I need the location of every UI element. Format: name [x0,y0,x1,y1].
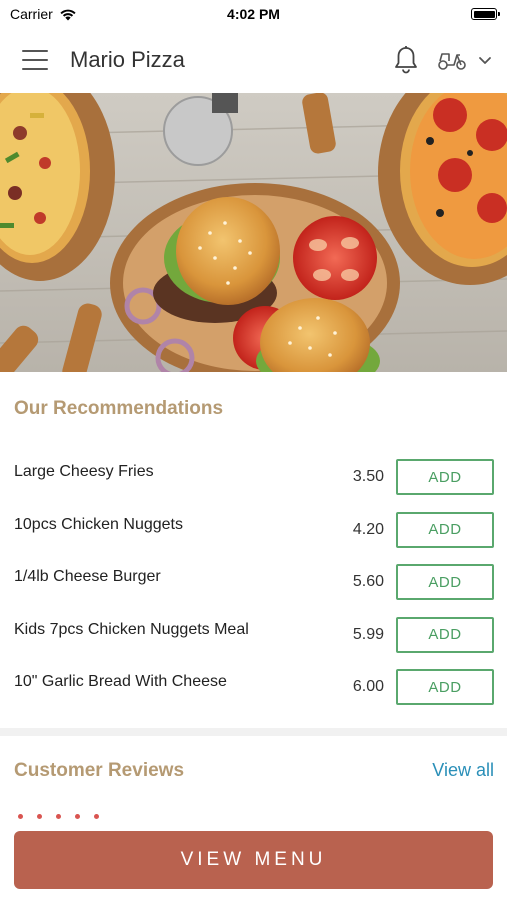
item-name: 10" Garlic Bread With Cheese [14,673,227,690]
notifications-button[interactable] [393,45,419,75]
star-icon [94,814,99,819]
item-name: Large Cheesy Fries [14,463,154,480]
delivery-mode-selector[interactable] [437,49,493,71]
item-price: 6.00 [352,678,384,695]
list-item: Large Cheesy Fries 3.50 ADD [0,459,507,512]
status-left: Carrier [10,6,77,22]
reviews-title: Customer Reviews [14,760,185,781]
wifi-icon [60,9,76,20]
bell-icon [395,46,417,74]
star-icon [37,814,42,819]
list-item: 10" Garlic Bread With Cheese 6.00 ADD [0,669,507,722]
view-menu-button[interactable]: VIEW MENU [14,831,493,889]
star-icon [75,814,80,819]
recommendations-section: Our Recommendations Large Cheesy Fries 3… [0,372,507,728]
chevron-down-icon [479,57,491,64]
item-name: 10pcs Chicken Nuggets [14,515,183,533]
header-actions [393,45,493,75]
status-bar: Carrier 4:02 PM [0,0,507,28]
star-icon [56,814,61,819]
add-button[interactable]: ADD [396,669,494,705]
add-button[interactable]: ADD [396,459,494,495]
carrier-label: Carrier [10,6,53,22]
star-icon [18,814,23,819]
list-item: 10pcs Chicken Nuggets 4.20 ADD [0,511,507,565]
add-button[interactable]: ADD [396,564,494,600]
scooter-icon [438,53,466,70]
item-price: 5.99 [352,625,384,643]
hamburger-menu-icon[interactable] [22,50,48,70]
add-button[interactable]: ADD [396,616,494,653]
hero-image [0,93,507,372]
item-price: 5.60 [352,573,384,590]
item-name: 1/4lb Cheese Burger [14,568,161,585]
item-name: Kids 7pcs Chicken Nuggets Meal [14,620,249,638]
app-header: Mario Pizza [0,28,507,92]
view-all-link[interactable]: View all [432,760,494,781]
rating-stars [18,814,99,819]
recommendations-title: Our Recommendations [14,398,224,419]
recommendations-list: Large Cheesy Fries 3.50 ADD 10pcs Chicke… [0,459,507,722]
section-divider [0,728,507,736]
add-button[interactable]: ADD [396,511,494,548]
item-price: 4.20 [352,520,384,538]
list-item: 1/4lb Cheese Burger 5.60 ADD [0,564,507,617]
list-item: Kids 7pcs Chicken Nuggets Meal 5.99 ADD [0,616,507,670]
item-price: 3.50 [352,468,384,485]
page-title: Mario Pizza [70,47,185,72]
battery-icon [471,8,500,20]
food-photo [0,93,507,372]
